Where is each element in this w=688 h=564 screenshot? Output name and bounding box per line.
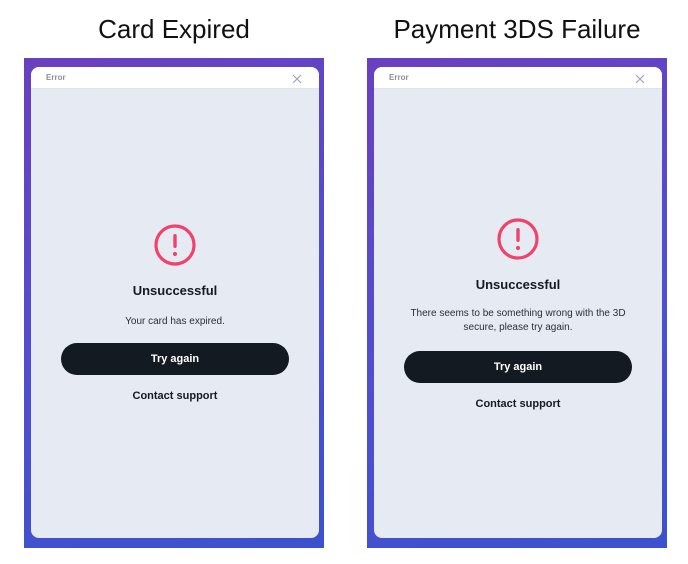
try-again-button[interactable]: Try again: [61, 343, 289, 375]
comparison-page: Card Expired Error Unsuccessful Your car…: [0, 0, 688, 564]
modal-title: Error: [46, 73, 66, 82]
panel-heading: Card Expired: [98, 14, 250, 44]
exclamation-circle-icon: [496, 217, 540, 261]
panel-payment-3ds-failure: Payment 3DS Failure Error Unsuccessful T…: [367, 0, 667, 548]
modal-title: Error: [389, 73, 409, 82]
status-title: Unsuccessful: [132, 283, 218, 298]
contact-support-link[interactable]: Contact support: [374, 398, 662, 410]
close-icon[interactable]: [291, 72, 303, 84]
panel-heading: Payment 3DS Failure: [393, 14, 641, 44]
modal-header: Error: [31, 67, 319, 89]
exclamation-circle-icon: [153, 223, 197, 267]
status-title: Unsuccessful: [475, 277, 561, 292]
close-icon[interactable]: [634, 72, 646, 84]
status-message: Your card has expired.: [125, 316, 225, 327]
device-frame: Error Unsuccessful There seems to be som…: [367, 58, 667, 548]
status-message: There seems to be something wrong with t…: [410, 308, 626, 333]
error-modal: Error Unsuccessful Your card has expired…: [31, 67, 319, 538]
modal-header: Error: [374, 67, 662, 89]
panel-card-expired: Card Expired Error Unsuccessful Your car…: [24, 0, 324, 548]
device-frame: Error Unsuccessful Your card has expired…: [24, 58, 324, 548]
contact-support-link[interactable]: Contact support: [31, 390, 319, 402]
error-modal: Error Unsuccessful There seems to be som…: [374, 67, 662, 538]
try-again-button[interactable]: Try again: [404, 351, 632, 383]
